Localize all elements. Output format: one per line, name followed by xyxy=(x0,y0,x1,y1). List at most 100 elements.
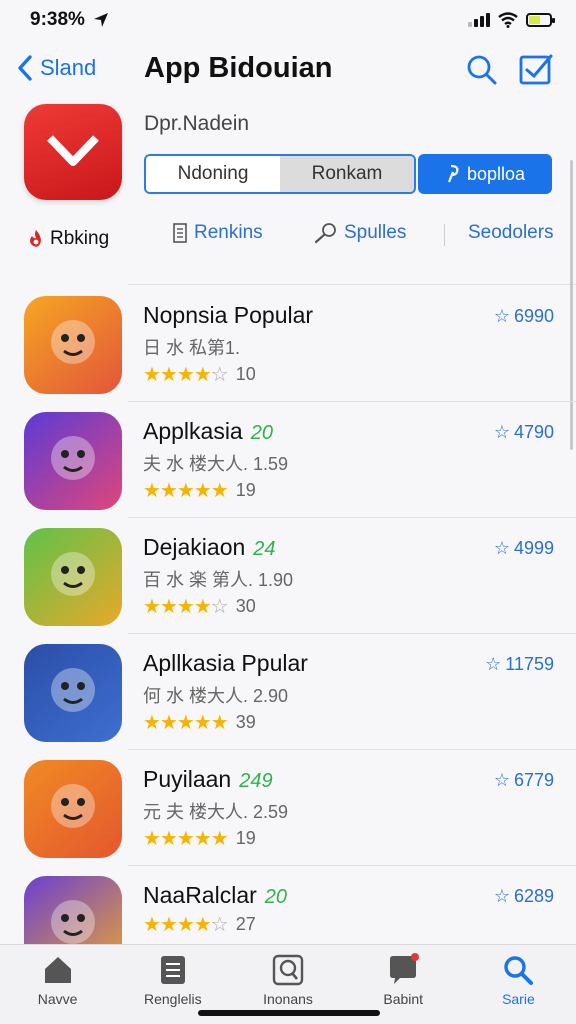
star-icon: ★ xyxy=(210,480,229,502)
app-list-item[interactable]: Dejakiaon 24 百 水 楽 第人. 1.90 ★ ★ ★ ★ ☆ 30 ☆ 4999 xyxy=(0,518,576,634)
app-name-text: Applkasia xyxy=(143,418,243,444)
chevron-left-icon xyxy=(18,55,32,81)
app-icon[interactable] xyxy=(24,296,122,394)
section-divider xyxy=(128,284,576,285)
filter-row: Rbking Renkins Spulles Seodolers xyxy=(0,220,576,256)
star-icon: ★ xyxy=(176,828,195,850)
star-icon: ★ xyxy=(143,712,161,734)
app-list-item[interactable]: Applkasia 20 夫 水 楼大人. 1.59 ★ ★ ★ ★ ★ 19 ☆ 4790 xyxy=(0,402,576,518)
star-icon: ★ xyxy=(143,914,161,936)
status-bar: 9:38% xyxy=(0,0,576,40)
signal-icon xyxy=(468,13,490,27)
filter-ranking[interactable]: Rbking xyxy=(28,228,109,250)
star-outline-icon: ☆ xyxy=(493,770,510,790)
search-icon[interactable] xyxy=(464,52,500,88)
back-button[interactable]: Sland xyxy=(16,54,96,82)
star-outline-icon: ☆ xyxy=(493,306,510,326)
app-list-item[interactable]: Apllkasia Ppular 何 水 楼大人. 2.90 ★ ★ ★ ★ ★ 39 ☆ 117… xyxy=(0,634,576,750)
filter-seodolers[interactable]: Seodolers xyxy=(468,222,554,244)
filter-divider xyxy=(444,224,445,246)
primary-action-button[interactable]: boplloa xyxy=(418,154,552,194)
header-subtitle: Dpr.Nadein xyxy=(144,112,250,135)
checkbox-icon[interactable] xyxy=(518,52,554,88)
home-indicator[interactable] xyxy=(198,1010,380,1016)
app-score-value: 6990 xyxy=(513,306,554,326)
star-icon: ★ xyxy=(193,712,212,734)
tab-search[interactable]: Sarie xyxy=(461,945,576,1024)
app-rating: ★ ★ ★ ★ ★ 39 xyxy=(143,710,256,735)
back-label: Sland xyxy=(40,55,97,80)
app-name: Nopnsia Popular xyxy=(143,302,313,329)
app-subtitle: 元 夫 楼大人. 2.59 xyxy=(143,802,289,822)
star-icon: ★ xyxy=(176,712,195,734)
search-box-icon xyxy=(272,954,304,986)
battery-icon xyxy=(526,13,555,27)
star-outline-icon: ☆ xyxy=(493,422,510,442)
list-icon xyxy=(160,956,185,984)
star-icon: ★ xyxy=(159,914,178,936)
app-subtitle: 日 水 私第1. xyxy=(143,338,241,358)
app-icon[interactable] xyxy=(24,528,122,626)
app-list-item[interactable]: NaaRalclar 20 ★ ★ ★ ★ ☆ 27 ☆ 6289 xyxy=(0,866,576,974)
filter-rankins-label: Renkins xyxy=(194,222,263,243)
filter-rankins[interactable]: Renkins xyxy=(172,222,263,244)
rating-count: 30 xyxy=(235,596,256,616)
app-name: Dejakiaon 24 xyxy=(143,534,276,561)
app-icon[interactable] xyxy=(24,644,122,742)
app-rating: ★ ★ ★ ★ ☆ 30 xyxy=(143,594,256,619)
segment-option-1[interactable]: Ndoning xyxy=(146,156,280,192)
location-arrow-icon xyxy=(93,13,108,27)
star-icon: ★ xyxy=(193,364,212,386)
tab-label: Renglelis xyxy=(144,991,202,1007)
star-icon: ★ xyxy=(159,480,178,502)
star-icon: ★ xyxy=(143,480,161,502)
app-score-value: 6289 xyxy=(513,886,554,906)
star-icon: ★ xyxy=(176,596,195,618)
star-icon: ★ xyxy=(193,828,212,850)
star-icon: ☆ xyxy=(210,364,229,386)
magnifier-icon xyxy=(314,223,336,244)
app-name: Apllkasia Ppular xyxy=(143,650,308,677)
star-icon: ★ xyxy=(193,480,212,502)
app-list-item[interactable]: Nopnsia Popular 日 水 私第1. ★ ★ ★ ★ ☆ 10 ☆ 6990 xyxy=(0,286,576,402)
primary-action-label: boplloa xyxy=(466,163,526,184)
segment-option-2[interactable]: Ronkam xyxy=(280,156,414,192)
app-score-value: 4790 xyxy=(513,422,554,442)
app-score: ☆ 6779 xyxy=(494,770,554,791)
page-title: App Bidouian xyxy=(144,52,333,84)
app-subtitle: 百 水 楽 第人. 1.90 xyxy=(143,570,294,590)
tab-label: Sarie xyxy=(502,991,535,1007)
star-icon: ★ xyxy=(210,828,229,850)
star-icon: ★ xyxy=(159,596,178,618)
star-icon: ★ xyxy=(193,596,212,618)
star-icon: ★ xyxy=(159,364,178,386)
star-icon: ★ xyxy=(210,712,229,734)
mail-app-icon xyxy=(24,104,122,200)
document-icon xyxy=(173,223,187,243)
wifi-icon xyxy=(498,12,518,28)
app-score-value: 6779 xyxy=(513,770,554,790)
app-score: ☆ 4999 xyxy=(494,538,554,559)
filter-ranking-label: Rbking xyxy=(50,228,110,249)
app-icon[interactable] xyxy=(24,412,122,510)
app-rating: ★ ★ ★ ★ ☆ 27 xyxy=(143,912,256,937)
app-list-item[interactable]: Puyilaan 249 元 夫 楼大人. 2.59 ★ ★ ★ ★ ★ 19 ☆ 6779 xyxy=(0,750,576,866)
app-name: Puyilaan 249 xyxy=(143,766,273,793)
search-icon xyxy=(504,956,534,985)
app-name: Applkasia 20 xyxy=(143,418,273,445)
app-age-badge: 24 xyxy=(253,538,276,560)
app-score: ☆ 11759 xyxy=(485,654,554,675)
star-icon: ★ xyxy=(143,596,161,618)
app-name-text: Puyilaan xyxy=(143,766,232,792)
app-name-text: NaaRalclar xyxy=(143,882,257,908)
app-icon[interactable] xyxy=(24,760,122,858)
app-name-text: Apllkasia Ppular xyxy=(143,650,308,676)
tab-label: Navve xyxy=(37,991,78,1007)
rating-count: 27 xyxy=(235,914,256,934)
filter-spulles[interactable]: Spulles xyxy=(314,222,406,244)
app-age-badge: 20 xyxy=(264,886,288,908)
star-icon: ★ xyxy=(143,828,161,850)
tab-home[interactable]: Navve xyxy=(0,945,115,1024)
rating-count: 39 xyxy=(235,712,256,732)
app-score: ☆ 6990 xyxy=(494,306,554,327)
